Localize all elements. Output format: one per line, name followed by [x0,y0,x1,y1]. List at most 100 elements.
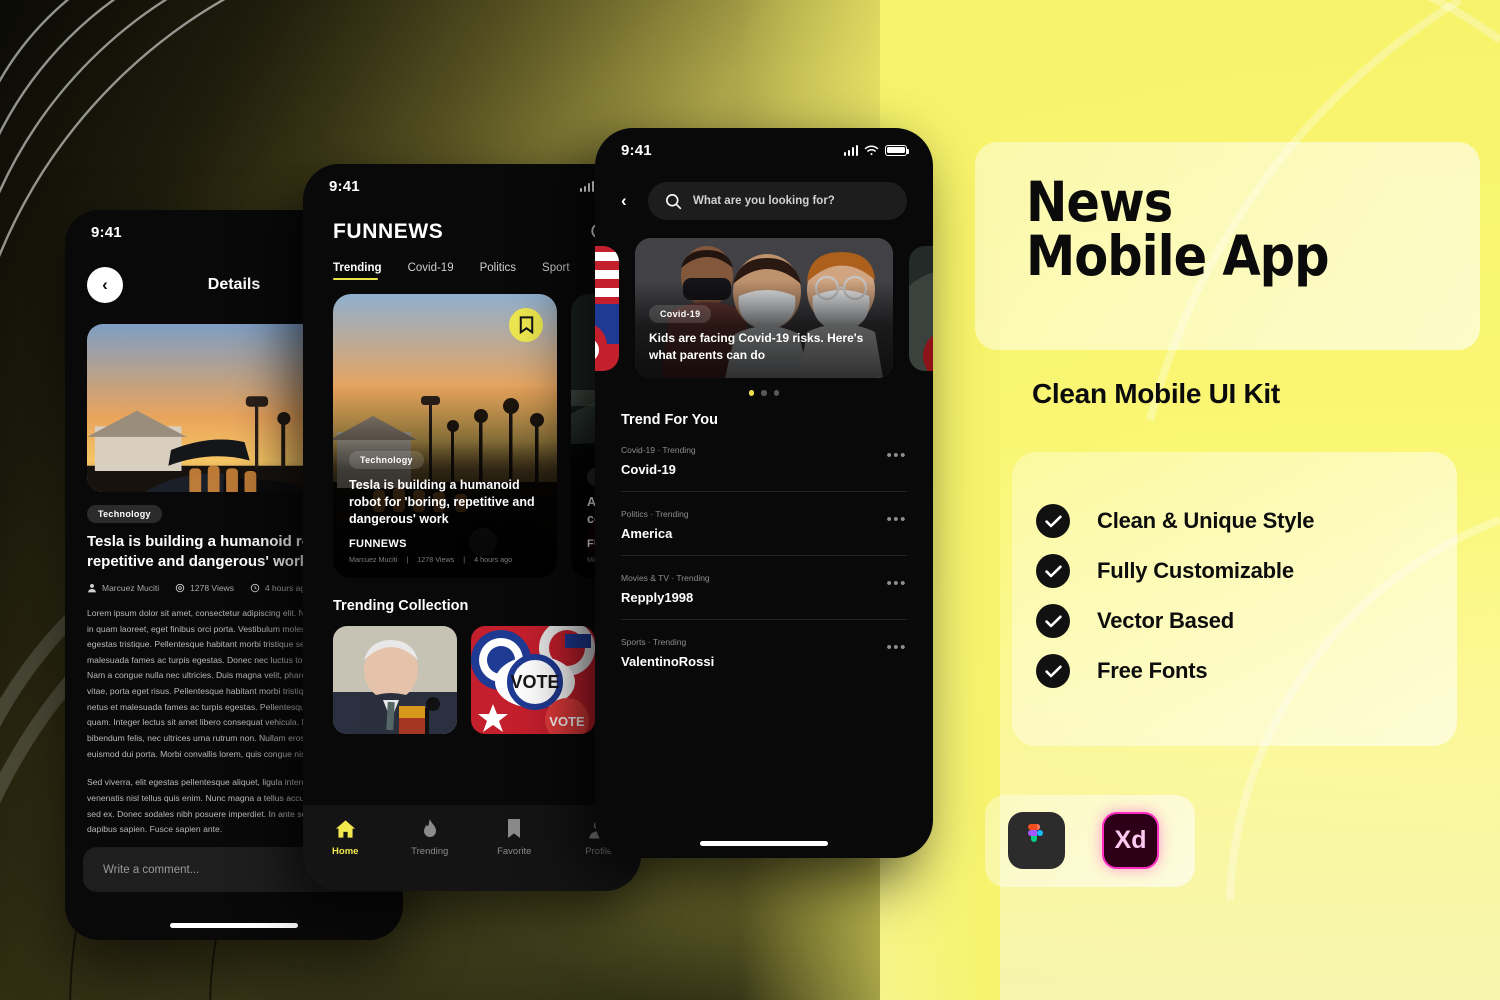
card-category-tag: Technology [349,451,424,469]
search-input[interactable]: What are you looking for? [648,182,907,220]
flame-icon [423,819,436,837]
section-title-trending-collection: Trending Collection [333,598,469,614]
feature-label: Vector Based [1097,608,1235,633]
phone-home-screen: 9:41 FUNNEWS Trending Covid-19 Politics … [303,164,641,891]
trend-row[interactable]: Covid-19 · Trending Covid-19 ••• [621,428,907,492]
carousel-slide-active[interactable]: Covid-19 Kids are facing Covid-19 risks.… [635,238,893,378]
check-circle-icon [1036,504,1070,538]
adobe-xd-logo: Xd [1102,812,1159,869]
more-options-icon[interactable]: ••• [886,637,907,655]
trend-row[interactable]: Movies & TV · Trending Repply1998 ••• [621,556,907,620]
trend-title: ValentinoRossi [621,653,715,669]
card-views: 1278 Views [417,555,455,564]
trend-category: Covid-19 · Trending [621,444,696,455]
feature-item: Fully Customizable [1036,554,1294,588]
featured-cards-carousel[interactable]: Technology Tesla is building a humanoid … [303,280,641,578]
signal-icon [579,180,594,192]
trend-title: Repply1998 [621,589,694,605]
wifi-icon [864,145,879,155]
card-meta: Marcuez Muciti | 1278 Views | 4 hours ago [349,555,513,564]
carousel-dot-1[interactable] [748,390,755,396]
status-time: 9:41 [621,141,652,159]
card-time: 4 hours ago [474,555,513,564]
tab-politics[interactable]: Politics [480,262,516,280]
tab-trending[interactable]: Trending [333,262,382,280]
card-headline: Tesla is building a humanoid robot for '… [349,478,535,526]
meta-views: 1278 Views [175,583,234,593]
eye-icon [175,583,185,593]
tabbar-label: Home [332,846,359,857]
home-header: FUNNEWS [303,208,641,244]
comment-placeholder: Write a comment... [103,863,200,876]
trend-row[interactable]: Politics · Trending America ••• [621,492,907,556]
tabbar-label: Favorite [497,846,532,857]
back-button[interactable]: ‹ [621,191,635,211]
card-text: Technology Tesla is building a humanoid … [349,450,543,564]
carousel-dot-3[interactable] [773,390,780,396]
bottom-tabbar[interactable]: Home Trending Favorite Profile [303,805,641,891]
back-button[interactable]: ‹ [87,267,123,303]
status-time: 9:41 [91,223,122,241]
collection-item[interactable] [333,626,457,734]
feature-label: Free Fonts [1097,658,1208,683]
bookmark-icon [519,316,533,334]
trend-title: Covid-19 [621,461,676,477]
meta-author: Marcuez Muciti [87,583,159,593]
phone-search-screen: 9:41 ‹ What are you looking for? Covid-1… [595,128,933,858]
app-brand: FUNNEWS [333,220,444,243]
status-bar: 9:41 [303,164,641,208]
features-card-background [1012,452,1457,746]
feature-label: Fully Customizable [1097,558,1294,583]
tabbar-item-home[interactable]: Home [303,819,388,857]
status-bar: 9:41 [595,128,933,172]
search-header: ‹ What are you looking for? [595,172,933,220]
figma-logo [1008,812,1065,869]
trending-collection-list[interactable]: VOTE VOTE [303,614,641,734]
status-time: 9:41 [329,177,360,195]
feature-item: Vector Based [1036,604,1234,638]
tabbar-item-favorite[interactable]: Favorite [472,819,557,857]
battery-icon [885,144,910,156]
card-source: FUNNEWS [349,538,407,550]
carousel-text: Covid-19 Kids are facing Covid-19 risks.… [649,304,881,364]
carousel-category-tag: Covid-19 [649,304,712,323]
news-carousel[interactable]: Covid-19 Kids are facing Covid-19 risks.… [595,238,933,378]
check-circle-icon [1036,604,1070,638]
trend-title: America [621,525,673,541]
more-options-icon[interactable]: ••• [886,573,907,591]
feature-item: Free Fonts [1036,654,1208,688]
check-circle-icon [1036,554,1070,588]
carousel-dot-2[interactable] [761,390,767,396]
feature-label: Clean & Unique Style [1097,508,1315,533]
clock-icon [250,583,260,593]
figma-icon [1027,823,1043,842]
more-options-icon[interactable]: ••• [886,445,907,463]
meta-time: 4 hours ago [250,583,310,593]
home-icon [335,820,355,838]
tabbar-item-trending[interactable]: Trending [388,819,473,857]
tab-covid19[interactable]: Covid-19 [408,262,454,280]
category-tag: Technology [87,505,162,523]
svg-text:VOTE: VOTE [549,714,585,729]
status-icons [843,144,910,156]
signal-icon [843,144,858,156]
carousel-slide-next[interactable] [909,246,933,371]
adobe-xd-label: Xd [1114,826,1147,854]
page-subtitle: Clean Mobile UI Kit [1032,378,1280,409]
collection-item[interactable]: VOTE VOTE [471,626,595,734]
bookmark-button[interactable] [509,308,543,342]
section-title-trend-for-you: Trend For You [621,411,718,428]
featured-card[interactable]: Technology Tesla is building a humanoid … [333,294,557,578]
feature-item: Clean & Unique Style [1036,504,1314,538]
trend-category: Politics · Trending [621,508,689,519]
category-tabs: Trending Covid-19 Politics Sport Celeb [303,244,641,280]
home-indicator [170,923,298,928]
bookmark-icon [508,819,521,838]
tab-sport[interactable]: Sport [542,262,570,280]
trend-row[interactable]: Sports · Trending ValentinoRossi ••• [621,620,907,683]
carousel-slide-prev[interactable] [595,246,619,371]
home-indicator [700,841,828,846]
more-options-icon[interactable]: ••• [886,509,907,527]
card-author: Marcuez Muciti [349,555,398,564]
trend-category: Sports · Trending [621,636,687,647]
